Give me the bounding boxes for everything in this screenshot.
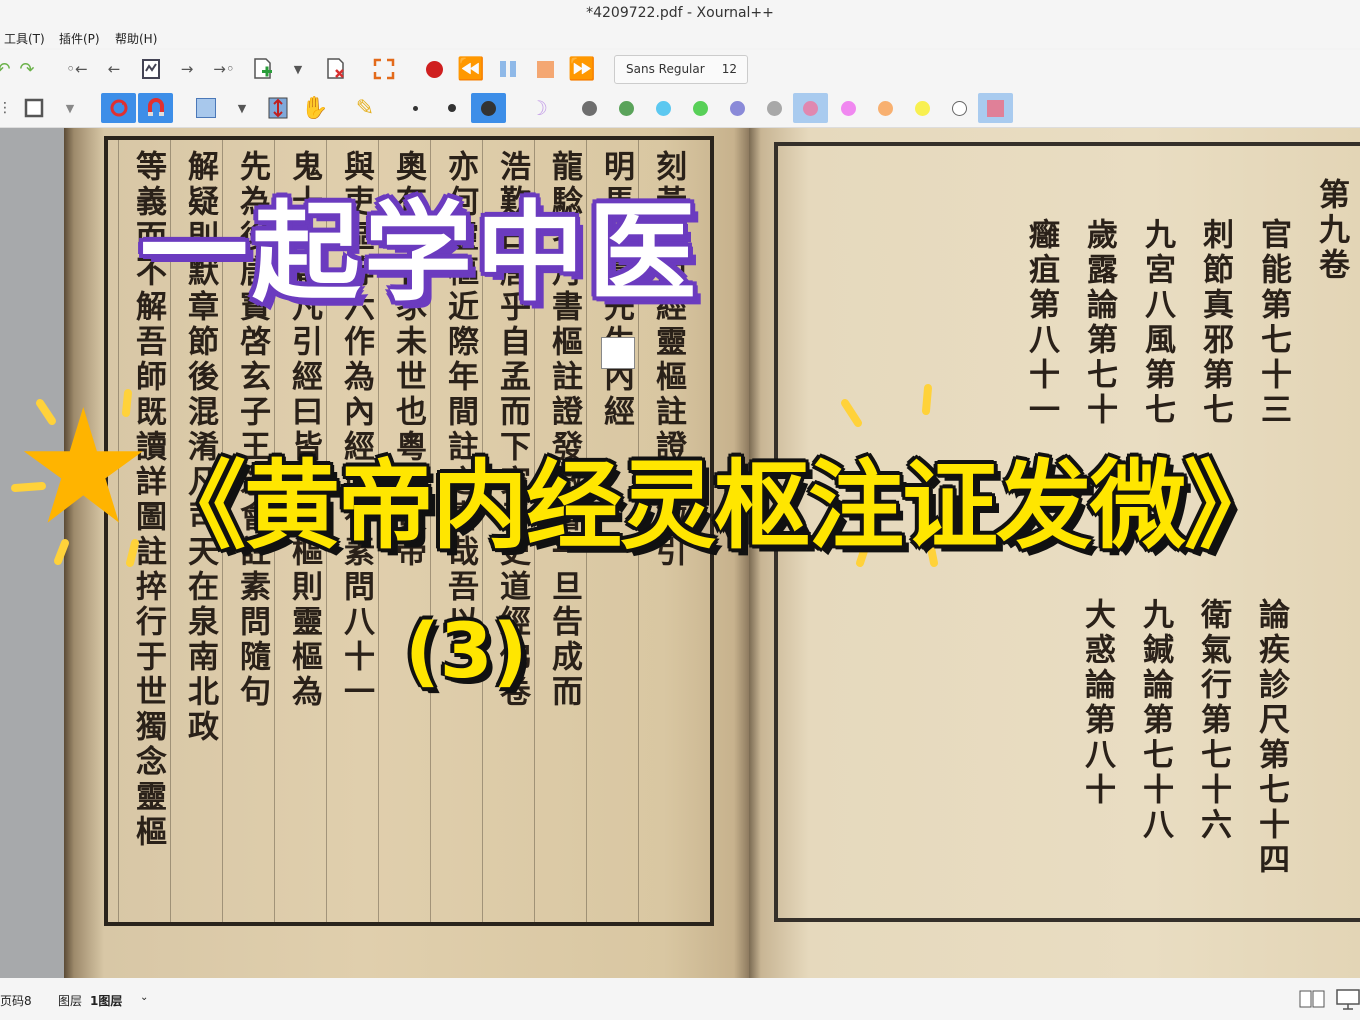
star-icon — [11, 389, 143, 567]
menu-tools[interactable]: 工具(T) — [4, 30, 45, 47]
scan-right-column: 衛氣行第七十六 — [1195, 598, 1231, 843]
rewind-icon[interactable]: ⏪ — [456, 54, 486, 84]
first-page-icon[interactable]: ◦← — [62, 54, 92, 84]
scan-right-column: 第九卷 — [1313, 178, 1349, 283]
delete-page-icon[interactable] — [321, 54, 351, 84]
last-page-icon[interactable]: →◦ — [209, 54, 239, 84]
grid-snapping-icon[interactable] — [138, 93, 173, 123]
dual-page-icon[interactable] — [1299, 990, 1325, 1011]
next-page-icon[interactable]: → — [172, 54, 202, 84]
drag-handle-icon[interactable]: ⋮ — [0, 93, 20, 123]
redo-icon[interactable]: ↷ — [12, 54, 42, 84]
overlay-title: 一起学中医 — [140, 191, 701, 316]
xournal-window: *4209722.pdf - Xournal++ 工具(T) 插件(P) 帮助(… — [0, 0, 1360, 1020]
fullscreen-icon[interactable] — [369, 54, 399, 84]
layer-dropdown-icon[interactable]: ⌄ — [140, 992, 148, 1003]
overlay-book-title: 《黄帝内经灵枢注证发微》 — [150, 450, 1280, 562]
shape-recognizer-icon[interactable] — [19, 93, 49, 123]
shape-dropdown-icon[interactable]: ▼ — [55, 93, 85, 123]
medium-line-icon[interactable] — [437, 93, 467, 123]
pause-icon[interactable] — [493, 54, 523, 84]
color-cyan-icon[interactable] — [648, 93, 678, 123]
thin-line-icon[interactable] — [400, 93, 430, 123]
menu-help[interactable]: 帮助(H) — [115, 30, 157, 47]
window-title: *4209722.pdf - Xournal++ — [0, 0, 1360, 26]
page-number-label: 页码8 — [0, 994, 32, 1008]
color-gray-icon[interactable] — [574, 93, 604, 123]
insert-page-icon[interactable] — [248, 54, 278, 84]
color-green-icon[interactable] — [611, 93, 641, 123]
font-name: Sans Regular — [626, 62, 705, 76]
eraser-icon[interactable]: ☽ — [524, 93, 554, 123]
color-lavender-icon[interactable] — [722, 93, 752, 123]
goto-page-icon[interactable] — [136, 54, 166, 84]
pen-icon[interactable]: ✎ — [350, 93, 380, 123]
scan-right-column: 論疾診尺第七十四 — [1253, 598, 1289, 878]
record-icon[interactable] — [419, 54, 449, 84]
font-selector[interactable]: Sans Regular 12 — [614, 55, 748, 84]
color-lime-icon[interactable] — [685, 93, 715, 123]
color-white-icon[interactable] — [944, 93, 974, 123]
main-toolbar: ↶ ↷ ◦← ← → →◦ ▼ ⏪ ⏩ Sans Regular 12 — [0, 50, 1360, 88]
overlay-part-number: (3) — [405, 606, 528, 695]
status-bar: 页码8 图层 1图层 ⌄ — [0, 978, 1360, 1020]
menu-bar: 工具(T) 插件(P) 帮助(H) — [0, 26, 1360, 48]
color-silver-icon[interactable] — [759, 93, 789, 123]
scan-right-column: 九鍼論第七十八 — [1137, 598, 1173, 843]
hand-tool-icon[interactable]: ✋ — [300, 93, 330, 123]
color-orange-icon[interactable] — [870, 93, 900, 123]
font-size: 12 — [721, 62, 737, 76]
thick-line-icon[interactable] — [471, 93, 506, 123]
insert-page-dropdown-icon[interactable]: ▼ — [283, 54, 313, 84]
layer-selector[interactable]: 1图层 — [90, 992, 122, 1009]
presentation-mode-icon[interactable] — [1336, 988, 1360, 1013]
menu-plugins[interactable]: 插件(P) — [59, 30, 100, 47]
scan-right-column: 大惑論第八十 — [1079, 598, 1115, 808]
vertical-space-icon[interactable] — [263, 93, 293, 123]
fast-forward-icon[interactable]: ⏩ — [567, 54, 597, 84]
color-yellow-icon[interactable] — [907, 93, 937, 123]
tools-toolbar: ⋮ ▼ ▼ ✋ ✎ ☽ — [0, 88, 1360, 128]
text-cursor-box[interactable] — [601, 337, 635, 369]
stop-icon[interactable] — [530, 54, 560, 84]
document-canvas[interactable]: 刻黃帝內經靈樞註證發微引 明馬玄臺先生內經 龍騐名丹書樞註證發微書一旦告成而 浩歎曰唐… — [0, 128, 1360, 978]
layer-label: 图层 — [58, 994, 83, 1008]
fill-rectangle-icon[interactable] — [191, 93, 221, 123]
color-pink-selected-icon[interactable] — [793, 93, 828, 123]
color-magenta-icon[interactable] — [833, 93, 863, 123]
fill-dropdown-icon[interactable]: ▼ — [227, 93, 257, 123]
custom-color-icon[interactable] — [978, 93, 1013, 123]
rotation-snapping-icon[interactable] — [101, 93, 136, 123]
previous-page-icon[interactable]: ← — [99, 54, 129, 84]
